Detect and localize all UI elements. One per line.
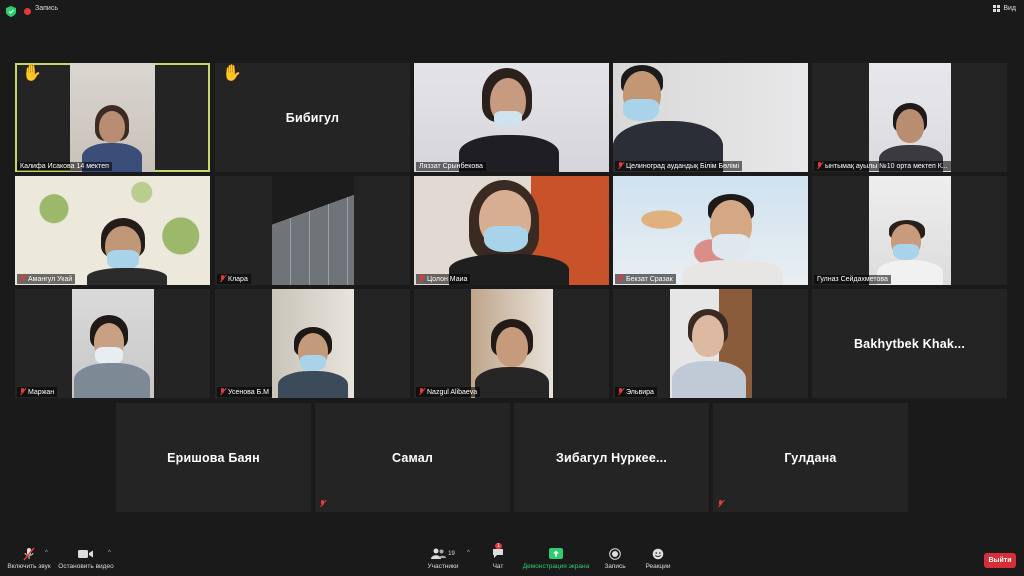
participant-name: Самал [391, 451, 434, 465]
participant-name: Амангул Укай [17, 274, 76, 284]
mic-muted-icon [220, 275, 226, 283]
participant-name: Целиноград аудандық Білім Бөлімі [615, 161, 743, 171]
view-label: Вид [1003, 5, 1016, 12]
participant-name: Еришова Баян [167, 451, 260, 465]
participants-label: Участники [427, 563, 459, 570]
participants-count: 19 [448, 550, 455, 557]
mic-muted-icon [23, 547, 35, 560]
participant-name: Nazgul Alibaeva [416, 387, 481, 397]
video-tile[interactable]: Еришова Баян [116, 403, 311, 512]
video-tile[interactable]: Усенова Б.М [215, 289, 410, 398]
video-tile[interactable]: Амангул Укай [15, 176, 210, 285]
reactions-label: Реакции [645, 563, 671, 570]
mic-muted-icon [20, 275, 26, 283]
share-screen-icon [549, 548, 563, 559]
stop-video-button[interactable]: Остановить видео [57, 546, 115, 570]
video-tile[interactable]: ✋ Калифа Исакова 14 мектеп [15, 63, 210, 172]
mic-muted-icon [718, 500, 724, 508]
participant-name: Бибигул [285, 111, 340, 125]
record-label: Запись [604, 563, 626, 570]
video-tile[interactable]: Зибагул Нуркее... [514, 403, 709, 512]
grid-icon [993, 5, 1001, 12]
record-icon [609, 547, 621, 560]
video-tile[interactable]: Клара [215, 176, 410, 285]
video-tile[interactable]: ынтымақ ауылы №10 орта мектеп К... [812, 63, 1007, 172]
participant-name: Цолон Маиа [416, 274, 471, 284]
video-tile[interactable]: Bakhytbek Khak... [812, 289, 1007, 398]
mic-muted-icon [419, 388, 425, 396]
video-tile[interactable]: Маржан [15, 289, 210, 398]
participant-name: ынтымақ ауылы №10 орта мектеп К... [814, 161, 951, 171]
share-screen-label: Демонстрация экрана [522, 563, 590, 570]
participant-name: Гулдана [784, 451, 837, 465]
raised-hand-icon: ✋ [22, 65, 42, 82]
chat-button[interactable]: 1 Чат [487, 543, 509, 570]
video-tile[interactable]: Цолон Маиа [414, 176, 609, 285]
participant-name: Эльвира [615, 387, 657, 397]
raised-hand-icon: ✋ [222, 65, 242, 82]
video-tile[interactable]: Бекзат Сразак [613, 176, 808, 285]
reactions-button[interactable]: Реакции [642, 546, 674, 570]
leave-button[interactable]: Выйти [984, 553, 1016, 568]
participant-name: Калифа Исакова 14 мектеп [17, 162, 112, 171]
participants-button[interactable]: 19 Участники [424, 546, 462, 570]
participants-icon [431, 548, 447, 559]
video-tile[interactable]: Nazgul Alibaeva [414, 289, 609, 398]
mic-muted-icon [419, 275, 425, 283]
participant-name: Зибагул Нуркее... [555, 451, 668, 465]
chevron-up-icon[interactable]: ^ [467, 550, 470, 556]
video-tile[interactable]: Целиноград аудандық Білім Бөлімі [613, 63, 808, 172]
video-tile[interactable]: Ляззат Срынбекова [414, 63, 609, 172]
participant-name: Гулназ Сейдахметова [814, 275, 891, 284]
reactions-icon [652, 548, 664, 559]
chat-label: Чат [492, 563, 504, 570]
participant-name: Ляззат Срынбекова [416, 162, 486, 171]
chat-icon [493, 549, 503, 558]
share-screen-button[interactable]: Демонстрация экрана [521, 546, 591, 570]
top-bar: Запись Вид [0, 0, 1024, 22]
mic-muted-icon [220, 388, 226, 396]
meeting-toolbar: Включить звук ^ Остановить видео ^ 19 Уч… [0, 542, 1024, 576]
recording-label: Запись [35, 5, 58, 12]
mic-muted-icon [618, 275, 624, 283]
video-tile[interactable]: Самал [315, 403, 510, 512]
mic-muted-icon [618, 162, 624, 170]
video-tile[interactable]: Гулназ Сейдахметова [812, 176, 1007, 285]
video-tile[interactable]: Эльвира [613, 289, 808, 398]
participant-name: Клара [217, 274, 251, 284]
participant-name: Бекзат Сразак [615, 274, 676, 284]
participant-name: Маржан [17, 387, 58, 397]
video-tile[interactable]: Гулдана [713, 403, 908, 512]
mic-muted-icon [817, 162, 823, 170]
participant-name: Усенова Б.М [217, 387, 272, 397]
chevron-up-icon[interactable]: ^ [108, 550, 111, 556]
chat-badge: 1 [495, 543, 502, 549]
participant-name: Bakhytbek Khak... [853, 337, 966, 351]
record-button[interactable]: Запись [601, 546, 629, 570]
stop-video-label: Остановить видео [58, 563, 114, 570]
shield-icon[interactable] [6, 6, 16, 17]
video-camera-icon [78, 549, 93, 558]
mic-muted-icon [618, 388, 624, 396]
chevron-up-icon[interactable]: ^ [45, 550, 48, 556]
mic-muted-icon [320, 500, 326, 508]
view-button[interactable]: Вид [993, 5, 1016, 12]
unmute-label: Включить звук [7, 563, 51, 570]
recording-icon [24, 8, 31, 15]
mic-muted-icon [20, 388, 26, 396]
video-tile[interactable]: ✋ Бибигул [215, 63, 410, 172]
